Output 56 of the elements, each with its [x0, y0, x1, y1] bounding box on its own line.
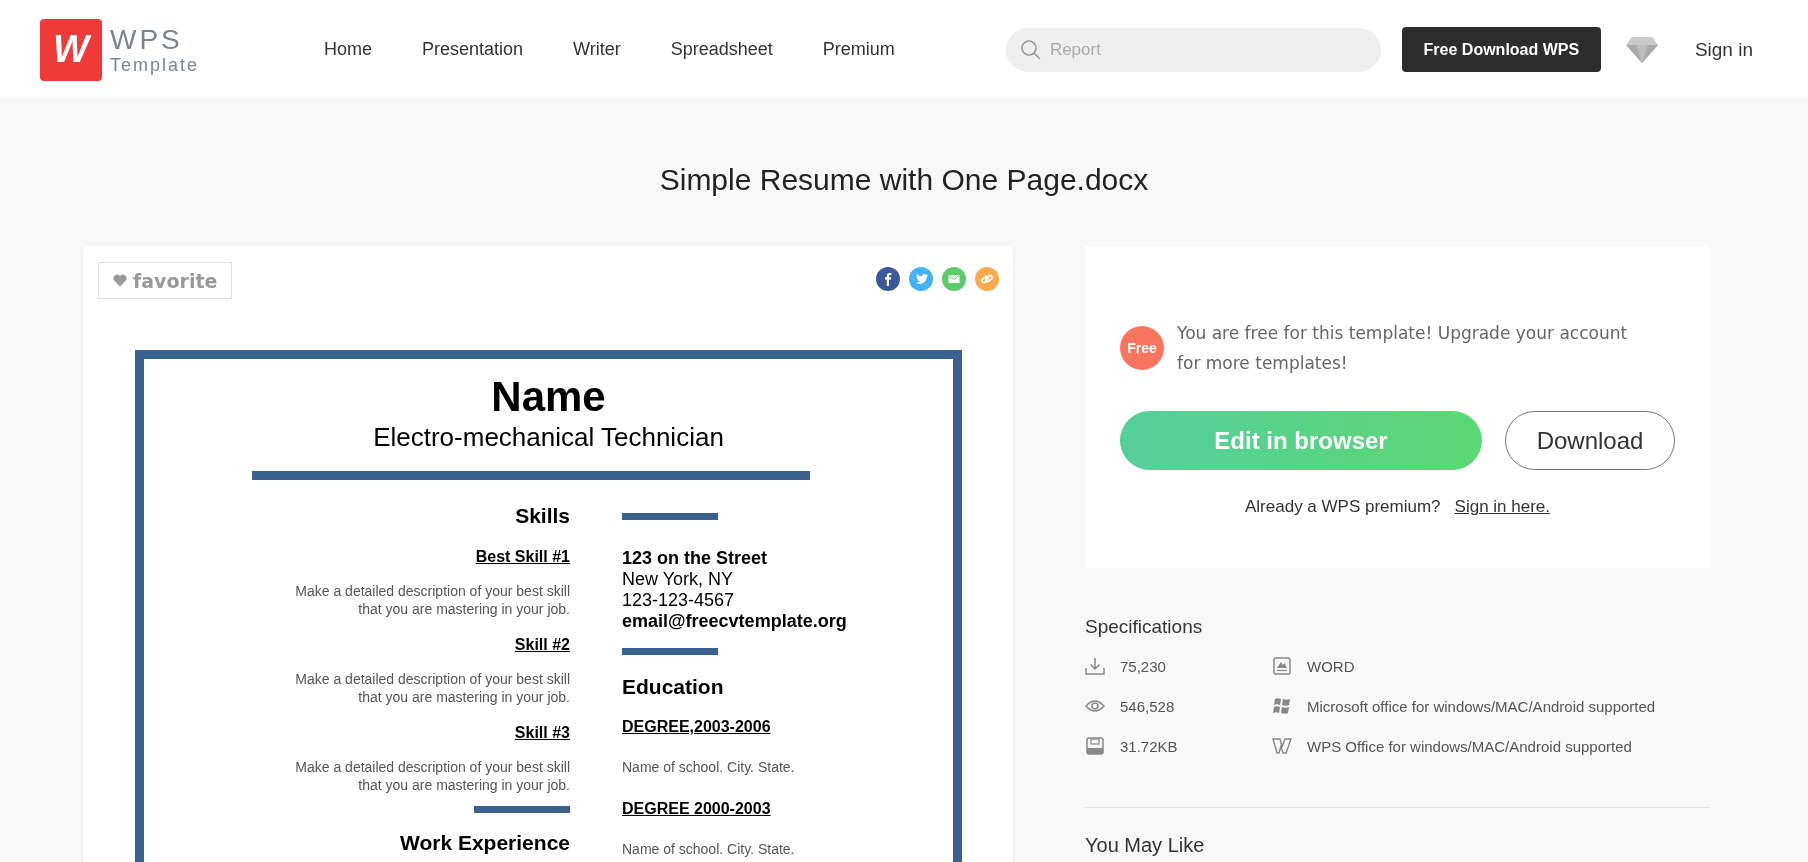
- sign-in-link[interactable]: Sign in: [1694, 38, 1753, 61]
- premium-prompt: Already a WPS premium?: [1245, 497, 1441, 517]
- heart-icon: [113, 274, 127, 287]
- window-flag-icon: [1272, 697, 1292, 715]
- envelope-icon[interactable]: [942, 267, 966, 291]
- image-document-icon: [1272, 657, 1292, 675]
- logo-mark[interactable]: W: [40, 18, 102, 81]
- diamond-icon[interactable]: [1624, 35, 1659, 64]
- resume-role: Electro-mechanical Technician: [372, 421, 725, 453]
- school-line: Name of school. City. State.: [622, 759, 796, 775]
- skill-description: Make a detailed description of your best skill that you are mastering in your job.: [294, 758, 570, 794]
- section-heading: Work Experience: [399, 830, 570, 856]
- nav-link[interactable]: Premium: [822, 39, 895, 60]
- spec-value: 31.72KB: [1120, 737, 1178, 755]
- section-heading: Education: [622, 674, 725, 700]
- search-icon: [1019, 38, 1042, 61]
- degree-title: DEGREE 2000-2003: [622, 799, 772, 819]
- degree-title: DEGREE,2003-2006: [622, 717, 772, 737]
- contact-line: 123 on the Street: [622, 548, 769, 569]
- download-button[interactable]: Free Download WPS: [1401, 27, 1601, 72]
- contact-line: email@freecvtemplate.org: [622, 611, 848, 632]
- spec-value: Microsoft office for windows/MAC/Android supported: [1307, 697, 1656, 715]
- skill-title: Skill #2: [514, 635, 570, 655]
- section-heading: You May Like: [1085, 834, 1206, 857]
- offer-message: You are free for this template! Upgrade your account for more templates!: [1177, 322, 1629, 375]
- contact-line: 123-123-4567: [622, 590, 736, 611]
- search-field[interactable]: Report: [1005, 27, 1381, 72]
- specifications-heading: Specifications: [1085, 615, 1204, 639]
- w-mark-icon: [1272, 738, 1292, 754]
- link-icon[interactable]: [975, 267, 999, 291]
- logo-tagline: Template: [110, 55, 200, 74]
- free-badge: Free: [1120, 326, 1164, 370]
- skill-title: Best Skill #1: [475, 547, 570, 567]
- sign-in-link[interactable]: Sign in here.: [1454, 497, 1550, 517]
- spec-value: 75,230: [1120, 657, 1166, 675]
- eye-icon: [1085, 699, 1105, 713]
- contact-line: New York, NY: [622, 569, 735, 590]
- resume-name: Name: [490, 373, 607, 421]
- page-title: Simple Resume with One Page.docx: [658, 162, 1150, 198]
- spec-value: 546,528: [1120, 697, 1175, 715]
- nav-link[interactable]: Writer: [573, 39, 621, 60]
- skill-description: Make a detailed description of your best skill that you are mastering in your job.: [294, 670, 570, 706]
- circle-f-icon[interactable]: [876, 267, 900, 291]
- nav-link[interactable]: Spreadsheet: [670, 39, 773, 60]
- skill-description: Make a detailed description of your best skill that you are mastering in your job.: [294, 582, 570, 618]
- download-icon: [1085, 657, 1105, 675]
- nav-link[interactable]: Presentation: [422, 39, 524, 60]
- nav-link[interactable]: Home: [324, 39, 372, 60]
- section-heading: Skills: [515, 503, 570, 529]
- school-line: Name of school. City. State.: [622, 841, 796, 857]
- bird-icon[interactable]: [909, 267, 933, 291]
- spec-value: WPS Office for windows/MAC/Android supported: [1307, 737, 1632, 755]
- skill-title: Skill #3: [514, 723, 570, 743]
- logo-name: WPS: [110, 25, 184, 54]
- spec-value: WORD: [1307, 657, 1355, 675]
- download-button[interactable]: Download: [1505, 411, 1675, 470]
